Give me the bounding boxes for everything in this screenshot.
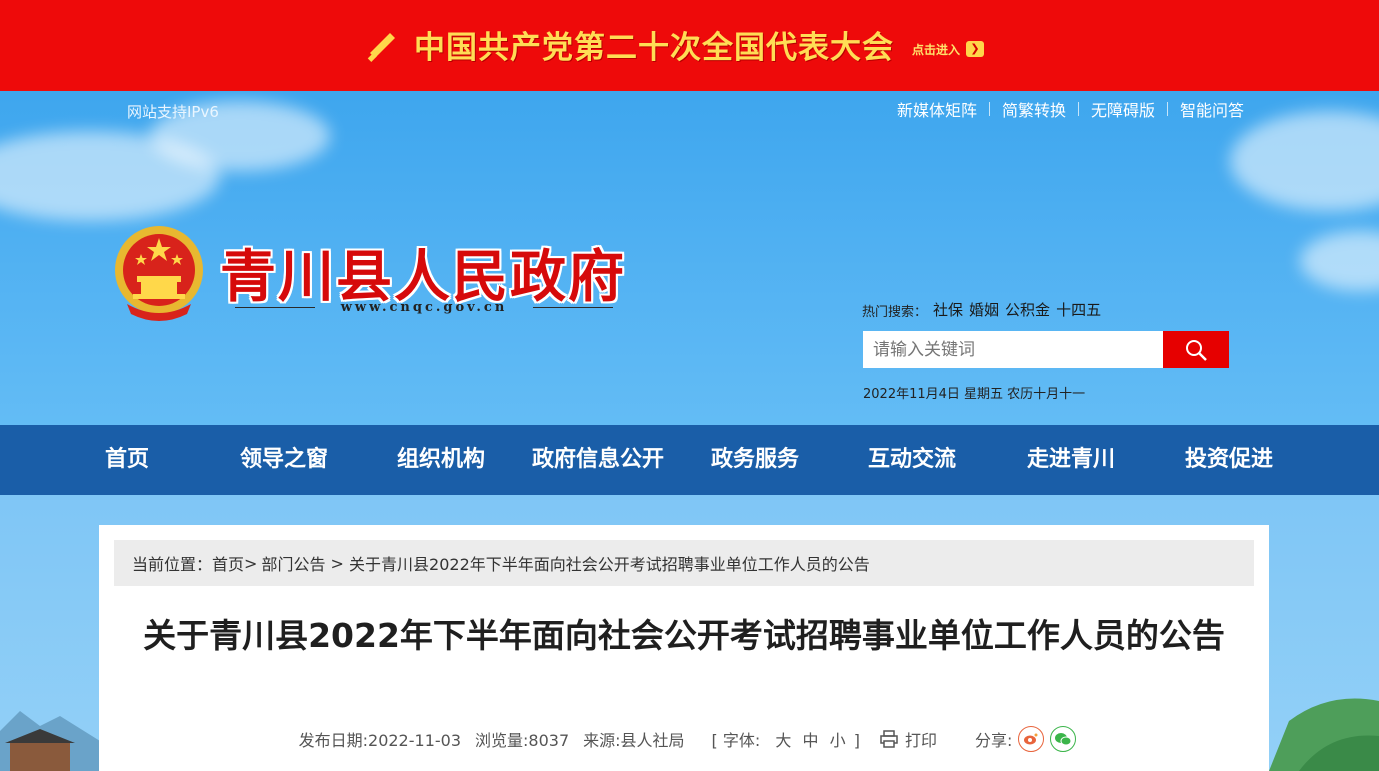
main-nav: 首页 领导之窗 组织机构 政府信息公开 政务服务 互动交流 走进青川 投资促进 (0, 425, 1379, 495)
congress-banner[interactable]: 中国共产党第二十次全国代表大会 点击进入 ❯ (0, 0, 1379, 91)
breadcrumb-label: 当前位置： (132, 555, 213, 574)
national-emblem-icon (115, 226, 203, 321)
publish-date: 发布日期:2022-11-03 (298, 731, 462, 750)
toplink-smart-qa[interactable]: 智能问答 (1180, 97, 1244, 121)
font-large-button[interactable]: 大 (775, 731, 791, 750)
search-input[interactable] (863, 331, 1163, 368)
article-panel: 当前位置： 首页 > 部门公告 > 关于青川县2022年下半年面向社会公开考试招… (99, 525, 1269, 771)
nav-interaction[interactable]: 互动交流 (860, 425, 964, 495)
domain-text: www.cnqc.gov.cn (340, 300, 508, 315)
nav-home[interactable]: 首页 (75, 425, 179, 495)
hot-term-social-security[interactable]: 社保 (933, 299, 963, 320)
breadcrumb: 当前位置： 首页 > 部门公告 > 关于青川县2022年下半年面向社会公开考试招… (114, 540, 1254, 586)
font-size-close: ] (853, 731, 860, 750)
top-links: 新媒体矩阵 简繁转换 无障碍版 智能问答 (897, 97, 1244, 121)
printer-icon (880, 730, 898, 748)
domain-line: www.cnqc.gov.cn (235, 300, 613, 315)
print-label: 打印 (904, 731, 937, 750)
breadcrumb-sep: > (325, 553, 350, 573)
hot-term-housing-fund[interactable]: 公积金 (1005, 299, 1050, 320)
nav-organization[interactable]: 组织机构 (389, 425, 493, 495)
hill-decoration-icon (1269, 698, 1379, 771)
font-size-control: [ 字体: 大 中 小 ] (712, 727, 860, 751)
toplink-accessibility[interactable]: 无障碍版 (1091, 97, 1155, 121)
site-header: 网站支持IPv6 新媒体矩阵 简繁转换 无障碍版 智能问答 青川县人民政府 ww… (0, 91, 1379, 425)
hot-term-14th-plan[interactable]: 十四五 (1056, 299, 1101, 320)
nav-leaders[interactable]: 领导之窗 (232, 425, 336, 495)
nav-gov-info[interactable]: 政府信息公开 (520, 425, 676, 495)
breadcrumb-home[interactable]: 首页 (212, 551, 244, 575)
toplink-new-media[interactable]: 新媒体矩阵 (897, 97, 977, 121)
hot-term-marriage[interactable]: 婚姻 (969, 299, 999, 320)
article-title: 关于青川县2022年下半年面向社会公开考试招聘事业单位工作人员的公告 (143, 616, 1225, 655)
search-icon (1186, 339, 1207, 361)
banner-enter-link[interactable]: 点击进入 ❯ (912, 41, 985, 58)
party-emblem-icon (367, 29, 397, 62)
date-text: 2022年11月4日 星期五 农历十月十一 (863, 387, 1086, 402)
ipv6-support-text: 网站支持IPv6 (127, 103, 219, 121)
nav-investment[interactable]: 投资促进 (1177, 425, 1281, 495)
article-meta: 发布日期:2022-11-03 浏览量:8037 来源:县人社局 [ 字体: 大… (99, 726, 1269, 752)
wechat-share-icon[interactable] (1050, 726, 1077, 752)
breadcrumb-current[interactable]: 关于青川县2022年下半年面向社会公开考试招聘事业单位工作人员的公告 (349, 551, 870, 575)
hot-search-label: 热门搜索： (862, 305, 928, 320)
nav-about-qingchuan[interactable]: 走进青川 (1019, 425, 1123, 495)
weibo-share-icon[interactable] (1018, 726, 1045, 752)
article-source: 来源:县人社局 (583, 731, 685, 750)
font-medium-button[interactable]: 中 (802, 731, 818, 750)
font-size-label: [ 字体: (711, 731, 761, 750)
hot-search: 热门搜索： 社保 婚姻 公积金 十四五 (862, 299, 1101, 320)
banner-enter-label: 点击进入 (912, 42, 961, 57)
share-label: 分享: (974, 731, 1013, 750)
banner-title: 中国共产党第二十次全国代表大会 (414, 29, 894, 66)
nav-services[interactable]: 政务服务 (703, 425, 807, 495)
breadcrumb-section[interactable]: 部门公告 (261, 551, 325, 575)
arrow-right-icon: ❯ (966, 41, 985, 57)
print-button[interactable]: 打印 (879, 727, 937, 751)
view-count: 浏览量:8037 (475, 731, 570, 750)
search-button[interactable] (1163, 331, 1229, 368)
pagoda-decoration-icon (0, 711, 100, 771)
toplink-trad-simp[interactable]: 简繁转换 (1002, 97, 1066, 121)
font-small-button[interactable]: 小 (830, 731, 846, 750)
breadcrumb-sep: > (244, 553, 258, 573)
